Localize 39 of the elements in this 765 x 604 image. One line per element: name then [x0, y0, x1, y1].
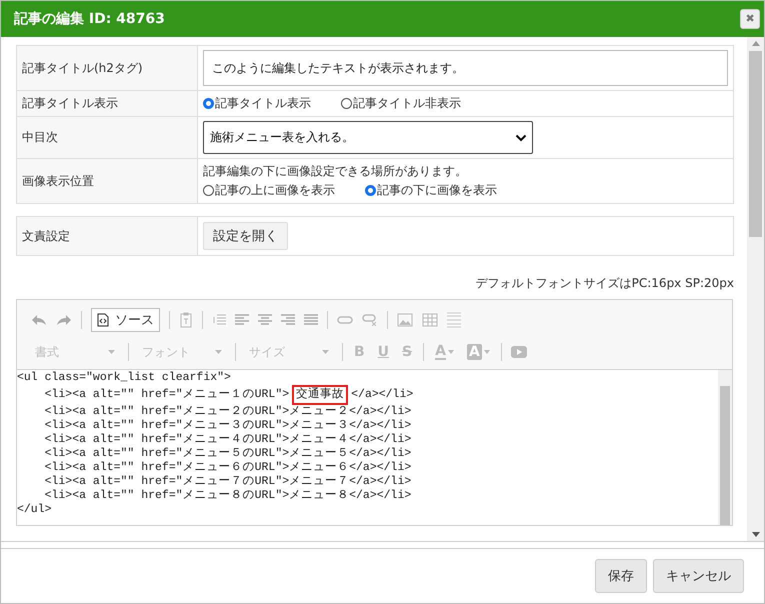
code-line: </ul> — [17, 503, 53, 517]
open-settings-button[interactable]: 設定を開く — [203, 222, 288, 250]
font-size-note: デフォルトフォントサイズはPC:16px SP:20px — [476, 276, 734, 290]
cancel-button[interactable]: キャンセル — [653, 558, 744, 592]
caret-icon — [215, 350, 222, 354]
field-label: 文責設定 — [16, 216, 198, 256]
code-line: <li><a alt="" href="メニュー６のURL">メニュー６</a></li> — [44, 461, 412, 475]
title-input-field[interactable]: このように編集したテキストが表示されます。 — [203, 50, 728, 86]
scrollbar[interactable] — [747, 37, 764, 541]
caret-icon — [448, 350, 454, 354]
field-label: 中目次 — [16, 116, 198, 158]
radio-option[interactable]: 記事の上に画像を表示 — [203, 182, 335, 199]
code-line: <li><a alt="" href="メニュー３のURL">メニュー３</a></li> — [44, 419, 412, 433]
scroll-down-icon[interactable] — [752, 532, 760, 537]
field-label: 記事タイトル(h2タグ) — [16, 46, 198, 90]
code-line: <li><a alt="" href="メニュー７のURL">メニュー７</a></li> — [44, 475, 412, 489]
code-line: <li><a alt="" href="メニュー２のURL">メニュー２</a></li> — [44, 405, 412, 419]
code-icon — [97, 313, 109, 327]
select-dropdown[interactable]: 施術メニュー表を入れる。 — [203, 121, 533, 154]
dialog-title: 記事の編集 ID: 48763 — [14, 10, 165, 28]
caret-icon — [515, 134, 527, 142]
code-line: <li><a alt="" href="メニュー５のURL">メニュー５</a></li> — [44, 447, 412, 461]
radio-option[interactable]: 記事タイトル表示 — [203, 95, 311, 112]
scroll-up-icon[interactable] — [752, 41, 760, 46]
code-line: <li><a alt="" href="メニュー４のURL">メニュー４</a></li> — [44, 433, 412, 447]
field-label: 画像表示位置 — [16, 158, 198, 204]
scrollbar[interactable] — [718, 370, 732, 525]
save-button[interactable]: 保存 — [595, 558, 647, 592]
radio-option[interactable]: 記事タイトル非表示 — [341, 95, 461, 112]
caret-icon — [108, 350, 115, 354]
caret-icon — [322, 350, 329, 354]
code-line: <li><a alt="" href="メニュー８のURL">メニュー８</a></li> — [44, 489, 412, 503]
hint-text: 記事編集の下に画像設定できる場所があります。 — [203, 163, 468, 180]
field-label: 記事タイトル表示 — [16, 90, 198, 116]
radio-option[interactable]: 記事の下に画像を表示 — [365, 182, 497, 199]
code-line: <li><a alt="" href="メニュー１のURL"> 交通事故 </a></li> — [17, 385, 718, 405]
caret-icon — [484, 350, 490, 354]
close-button[interactable]: ✖ — [740, 9, 760, 29]
code-line: <ul class="work_list clearfix"> — [17, 371, 232, 385]
